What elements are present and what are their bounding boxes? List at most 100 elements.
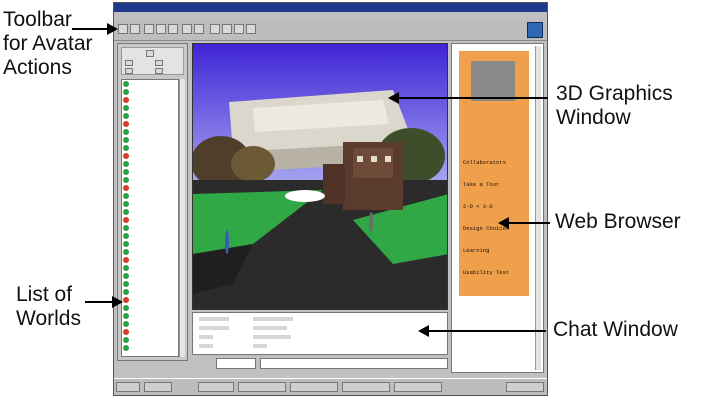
chat-mode-select[interactable] [216, 358, 256, 369]
callout-chat: Chat Window [553, 318, 678, 341]
browser-link[interactable]: Collaborators [463, 159, 506, 166]
list-item[interactable] [122, 120, 178, 128]
list-item[interactable] [122, 192, 178, 200]
toolbar-button[interactable] [182, 24, 192, 34]
browser-link[interactable]: Take a Tour [463, 181, 499, 188]
arrow-browser [498, 217, 550, 229]
side-button[interactable] [125, 60, 133, 66]
browser-link[interactable]: Learning [463, 247, 489, 254]
toolbar-button[interactable] [222, 24, 232, 34]
callout-browser: Web Browser [555, 210, 681, 233]
list-item[interactable] [122, 328, 178, 336]
list-item[interactable] [122, 240, 178, 248]
list-item[interactable] [122, 128, 178, 136]
toolbar-button[interactable] [246, 24, 256, 34]
taskbar-item[interactable] [198, 382, 234, 392]
chat-input-row [192, 358, 448, 369]
toolbar-button[interactable] [144, 24, 154, 34]
list-item[interactable] [122, 304, 178, 312]
list-item[interactable] [122, 208, 178, 216]
list-item[interactable] [122, 216, 178, 224]
side-panel [117, 43, 188, 361]
arrow-worlds [85, 296, 123, 308]
side-button-group [121, 47, 184, 75]
arrow-chat [418, 325, 546, 337]
logo-icon [527, 22, 543, 38]
chat-window[interactable] [192, 312, 448, 355]
web-browser-panel: Collaborators Take a Tour 2-D + 3-D Desi… [451, 43, 544, 373]
list-item[interactable] [122, 168, 178, 176]
list-item[interactable] [122, 136, 178, 144]
side-button[interactable] [125, 68, 133, 74]
list-item[interactable] [122, 176, 178, 184]
list-item[interactable] [122, 200, 178, 208]
list-item[interactable] [122, 184, 178, 192]
avatar-action-toolbar [114, 20, 547, 41]
start-button[interactable] [116, 382, 140, 392]
system-tray [506, 382, 544, 392]
list-item[interactable] [122, 288, 178, 296]
list-item[interactable] [122, 320, 178, 328]
chat-input[interactable] [260, 358, 448, 369]
callout-graphics: 3D Graphics Window [556, 82, 673, 129]
toolbar-button[interactable] [194, 24, 204, 34]
chat-line [253, 344, 267, 348]
side-button[interactable] [155, 68, 163, 74]
taskbar-item[interactable] [342, 382, 390, 392]
list-item[interactable] [122, 96, 178, 104]
toolbar-button[interactable] [118, 24, 128, 34]
chat-line [253, 317, 293, 321]
chat-line [199, 335, 213, 339]
arrow-graphics [388, 92, 548, 104]
list-item[interactable] [122, 336, 178, 344]
worlds-list[interactable] [121, 79, 179, 357]
list-item[interactable] [122, 272, 178, 280]
side-button[interactable] [155, 60, 163, 66]
list-item[interactable] [122, 144, 178, 152]
list-item[interactable] [122, 152, 178, 160]
taskbar-item[interactable] [290, 382, 338, 392]
toolbar-button[interactable] [156, 24, 166, 34]
list-item[interactable] [122, 112, 178, 120]
page-photo [471, 61, 515, 101]
list-item[interactable] [122, 296, 178, 304]
callout-worlds: List of Worlds [16, 283, 81, 330]
taskbar-item[interactable] [238, 382, 286, 392]
callout-toolbar: Toolbar for Avatar Actions [3, 8, 93, 79]
list-item[interactable] [122, 312, 178, 320]
browser-link[interactable]: Usability Test [463, 269, 509, 276]
arrow-toolbar [72, 23, 118, 35]
chat-line [199, 344, 213, 348]
toolbar-button[interactable] [210, 24, 220, 34]
list-item[interactable] [122, 232, 178, 240]
chat-line [253, 326, 287, 330]
application-screenshot: Collaborators Take a Tour 2-D + 3-D Desi… [113, 2, 548, 396]
side-button[interactable] [146, 50, 154, 57]
graphics-viewport[interactable] [192, 43, 448, 310]
title-bar [114, 3, 547, 12]
menu-bar [114, 12, 547, 20]
taskbar-item[interactable] [394, 382, 442, 392]
world-scene [193, 44, 447, 309]
list-item[interactable] [122, 344, 178, 352]
chat-line [199, 317, 229, 321]
list-item[interactable] [122, 104, 178, 112]
taskbar-item[interactable] [144, 382, 172, 392]
worlds-scrollbar[interactable] [179, 79, 185, 357]
list-item[interactable] [122, 80, 178, 88]
list-item[interactable] [122, 224, 178, 232]
browser-scrollbar[interactable] [535, 46, 541, 370]
list-item[interactable] [122, 160, 178, 168]
list-item[interactable] [122, 280, 178, 288]
browser-link[interactable]: 2-D + 3-D [463, 203, 493, 210]
list-item[interactable] [122, 264, 178, 272]
list-item[interactable] [122, 256, 178, 264]
toolbar-button[interactable] [234, 24, 244, 34]
toolbar-button[interactable] [168, 24, 178, 34]
list-item[interactable] [122, 88, 178, 96]
chat-line [253, 335, 291, 339]
list-item[interactable] [122, 248, 178, 256]
taskbar [114, 378, 547, 395]
toolbar-button[interactable] [130, 24, 140, 34]
chat-line [199, 326, 229, 330]
